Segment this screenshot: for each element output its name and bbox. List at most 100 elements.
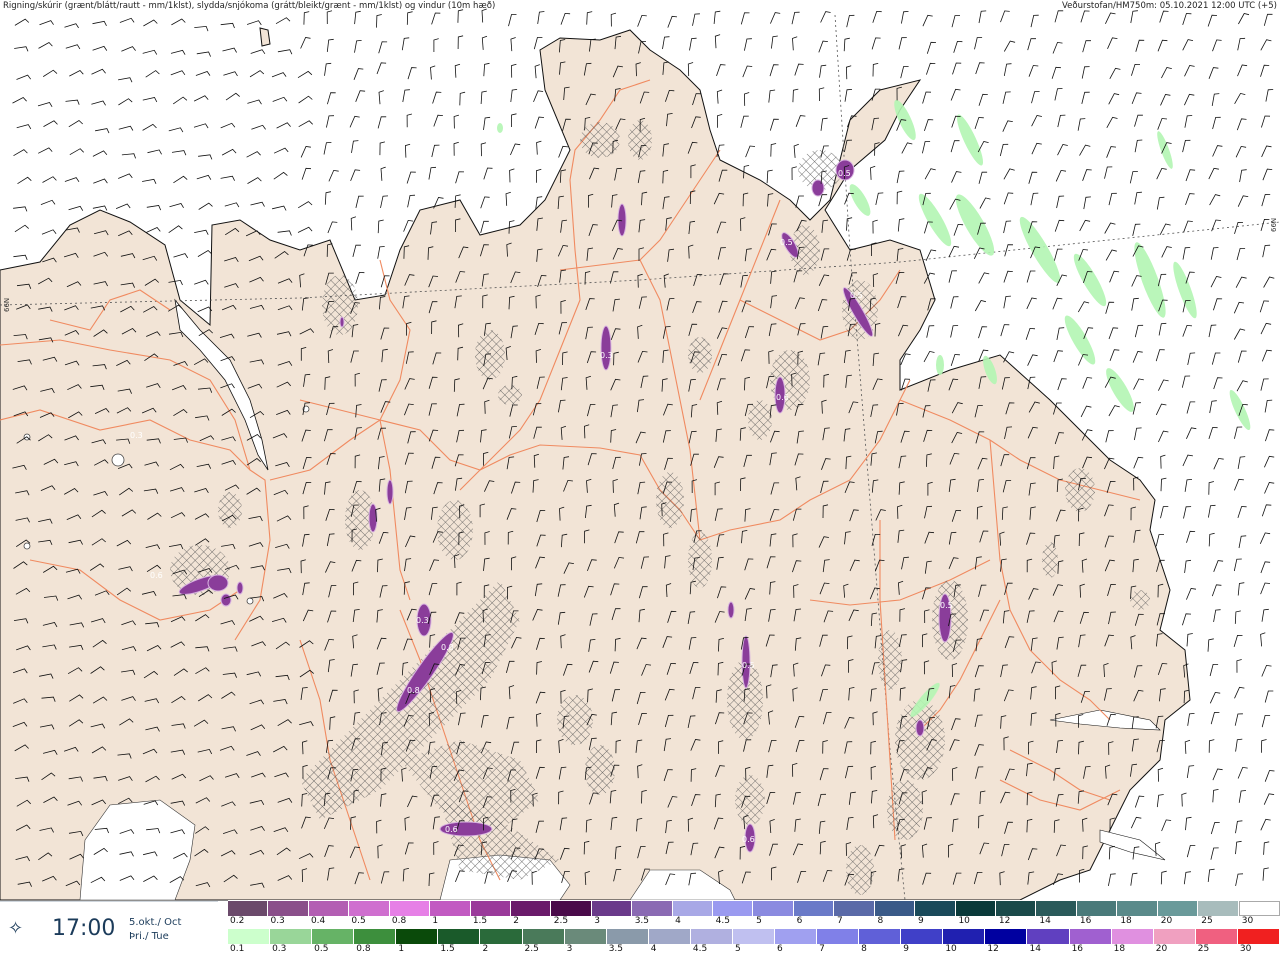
small-island	[259, 27, 271, 47]
legend-swatch	[632, 901, 673, 916]
value-label: 0.5	[838, 169, 851, 178]
legend-swatch	[522, 929, 565, 944]
legend-swatch	[228, 929, 271, 944]
legend-swatch	[901, 929, 944, 944]
legend-swatch	[349, 901, 390, 916]
legend-label: 0.3	[270, 916, 285, 926]
legend-swatch	[1198, 901, 1239, 916]
legend-label: 1.5	[440, 944, 455, 954]
legend-swatch	[1076, 901, 1118, 916]
value-label: 0.6	[445, 825, 458, 834]
legend-swatch	[753, 901, 794, 916]
wind-compass-icon[interactable]: ✧	[8, 918, 23, 939]
legend-label: 6	[777, 944, 783, 954]
latitude-label-left: 66N	[3, 297, 11, 312]
legend-label: 12	[987, 944, 999, 954]
legend-swatch	[690, 929, 733, 944]
legend-swatch	[915, 901, 956, 916]
legend-swatch	[943, 929, 986, 944]
value-label: 0.3	[416, 616, 429, 625]
legend-label: 18	[1113, 944, 1126, 954]
legend-label: 1	[398, 944, 405, 954]
legend-label: 14	[1039, 916, 1051, 926]
legend-label: 14	[1029, 944, 1041, 954]
model-source: Veðurstofan/HM750m: 05.10.2021 12:00 UTC…	[1062, 1, 1277, 11]
legend-swatch	[1157, 901, 1199, 916]
legend-swatch	[1117, 901, 1158, 916]
legend-label: 16	[1071, 944, 1084, 954]
legend-swatch	[1069, 929, 1112, 944]
legend-swatch	[268, 901, 309, 916]
legend-swatch	[996, 901, 1037, 916]
legend-swatch	[606, 929, 649, 944]
legend-swatch	[470, 901, 511, 916]
map-description: Rigning/skúrir (grænt/blátt/rautt - mm/1…	[3, 1, 496, 11]
forecast-date: 5.okt./ Oct	[129, 917, 182, 928]
legend-swatch	[859, 929, 902, 944]
legend-label: 5	[734, 944, 741, 954]
value-label: 0.5	[780, 238, 793, 247]
legend-label: 1	[432, 916, 439, 926]
forecast-time: 17:00	[52, 916, 116, 941]
legend-swatch	[551, 901, 592, 916]
legend-swatch	[312, 929, 355, 944]
legend-swatch	[564, 929, 607, 944]
legend-swatch	[1237, 929, 1280, 944]
legend-label: 7	[837, 916, 843, 926]
legend-swatch	[1111, 929, 1154, 944]
legend-swatch	[1195, 929, 1238, 944]
legend-label: 0.5	[351, 916, 366, 926]
legend-swatch	[396, 929, 439, 944]
legend-swatch	[1027, 929, 1070, 944]
legend-label: 25	[1197, 944, 1210, 954]
legend-label: 0.3	[272, 944, 287, 954]
legend-swatch	[817, 929, 860, 944]
legend-swatch	[834, 901, 875, 916]
legend-label: 25	[1201, 916, 1213, 926]
legend-label: 0.2	[230, 916, 245, 926]
legend-swatch	[955, 901, 997, 916]
legend-swatch	[389, 901, 431, 916]
legend-label: 0.8	[391, 916, 407, 926]
legend-swatch	[672, 901, 714, 916]
legend-label: 0.8	[356, 944, 371, 954]
legend-label: 16	[1079, 916, 1092, 926]
value-label: 0.8	[441, 643, 454, 652]
latitude-label-right: 66N	[1270, 217, 1278, 232]
value-label: 0.3	[130, 431, 143, 440]
value-label: 0.5	[850, 291, 863, 300]
legend-rain-labels: 0.1 0.3 0.5 0.8 1 1.5 2 2.5 3 3.5 4 4.5 5 6 7 8 9 10 12 14 1…	[228, 944, 1280, 956]
value-label: 0.8	[407, 686, 420, 695]
legend-swatch	[354, 929, 397, 944]
time-panel[interactable]: ✧ 17:00 5.okt./ Oct Þri./ Tue	[0, 901, 218, 959]
value-label: 0.5	[742, 661, 755, 670]
legend-label: 3	[594, 916, 600, 926]
legend-label: 8	[861, 944, 867, 954]
legend-label: 6	[796, 916, 803, 926]
legend-swatch	[308, 901, 350, 916]
legend-label: 4	[675, 916, 681, 926]
legend-label: 9	[903, 944, 909, 954]
legend-swatch	[775, 929, 818, 944]
value-label: 0.3	[600, 351, 613, 360]
legend-swatch	[793, 901, 835, 916]
legend-snow-labels: 0.2 0.3 0.4 0.5 0.8 1 1.5 2 2.5 3 3.5 4 4.5 5 6 7 8 9 10 12…	[228, 916, 1280, 928]
legend-label: 2.5	[553, 916, 569, 926]
legend-label: 2	[513, 916, 520, 926]
legend-label: 3.5	[608, 944, 624, 954]
legend-swatch	[713, 901, 754, 916]
legend-snow-scale	[228, 901, 1280, 916]
legend-rain-scale	[228, 929, 1280, 944]
legend-label: 3	[566, 944, 573, 954]
legend-swatch	[591, 901, 633, 916]
legend-swatch	[1238, 901, 1280, 916]
value-label: 0.6	[776, 393, 789, 402]
legend-label: 7	[819, 944, 825, 954]
weather-map[interactable]: 0.3 0.8 0.8 0.3 0.6 0.6 0.5 0.5 0.5 0.5 …	[0, 0, 1280, 958]
legend-label: 20	[1155, 944, 1168, 954]
legend-swatch	[438, 929, 481, 944]
legend-label: 0.4	[310, 916, 326, 926]
legend-label: 4.5	[715, 916, 730, 926]
forecast-day: Þri./ Tue	[129, 931, 169, 942]
precipitation-legend: 0.2 0.3 0.4 0.5 0.8 1 1.5 2 2.5 3 3.5 4 4.5 5 6 7 8 9 10 12…	[228, 900, 1280, 958]
